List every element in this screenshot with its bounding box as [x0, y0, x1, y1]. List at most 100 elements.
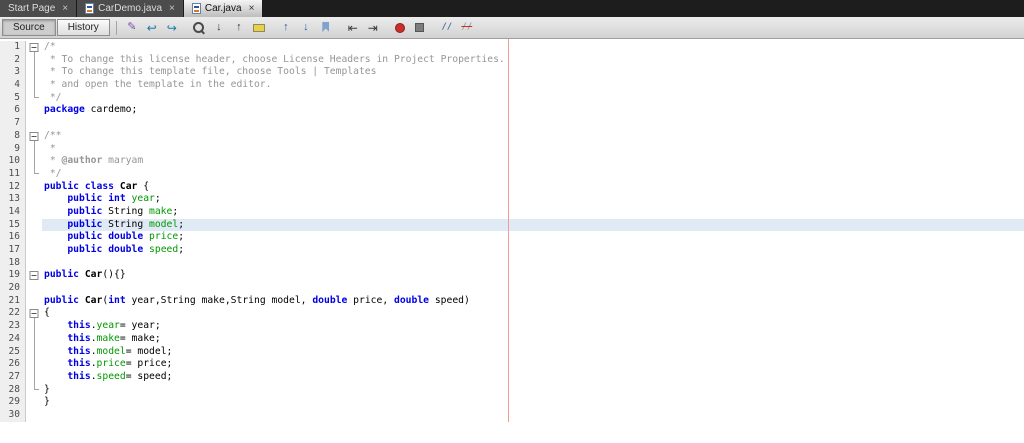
line-number[interactable]: 30 [0, 408, 26, 422]
code-editor[interactable]: 1/* 2 * To change this license header, ch… [0, 39, 1024, 443]
line-number[interactable]: 2 [0, 53, 26, 67]
comment-button[interactable] [437, 19, 457, 36]
line-number[interactable]: 22 [0, 307, 26, 321]
line-number[interactable]: 7 [0, 117, 26, 130]
line-number[interactable]: 10 [0, 155, 26, 168]
code-line[interactable]: 17 public double speed; [0, 244, 1024, 257]
find-next-button[interactable] [209, 19, 229, 36]
fold-margin[interactable] [26, 91, 42, 105]
line-number[interactable]: 23 [0, 320, 26, 333]
fold-margin[interactable] [26, 79, 42, 92]
line-number[interactable]: 1 [0, 41, 26, 54]
close-icon[interactable]: × [62, 3, 68, 14]
fold-margin[interactable] [26, 269, 42, 283]
code-line[interactable]: 10 * @author maryam [0, 155, 1024, 168]
line-number[interactable]: 17 [0, 244, 26, 257]
code-line[interactable]: 3 * To change this template file, choose… [0, 66, 1024, 80]
code-line[interactable]: 29} [0, 396, 1024, 409]
next-bookmark-button[interactable] [296, 19, 316, 36]
fold-margin[interactable] [26, 167, 42, 181]
fold-collapse-icon[interactable] [29, 309, 39, 319]
code-line[interactable]: 19 public Car(){} [0, 269, 1024, 283]
close-icon[interactable]: × [249, 3, 255, 14]
fold-margin[interactable] [26, 66, 42, 80]
code-line[interactable]: 14 public String make; [0, 205, 1024, 219]
fold-margin[interactable] [26, 320, 42, 333]
code-line[interactable]: 7 [0, 117, 1024, 130]
code-line[interactable]: 12 public class Car { [0, 180, 1024, 194]
find-selection-button[interactable] [189, 19, 209, 36]
code-line[interactable]: 8 /** [0, 129, 1024, 143]
line-number[interactable]: 14 [0, 205, 26, 219]
code-line[interactable]: 6 package cardemo; [0, 104, 1024, 118]
code-line[interactable]: 28} [0, 383, 1024, 397]
line-number[interactable]: 3 [0, 66, 26, 80]
line-number[interactable]: 27 [0, 370, 26, 384]
fold-margin[interactable] [26, 129, 42, 143]
line-number[interactable]: 26 [0, 358, 26, 371]
fold-collapse-icon[interactable] [29, 131, 39, 141]
line-number[interactable]: 12 [0, 180, 26, 194]
line-number[interactable]: 18 [0, 256, 26, 270]
fold-margin[interactable] [26, 307, 42, 321]
line-number[interactable]: 28 [0, 383, 26, 397]
code-line[interactable]: 11 */ [0, 167, 1024, 181]
last-edit-button[interactable] [122, 19, 142, 36]
line-number[interactable]: 15 [0, 218, 26, 232]
code-line[interactable]: 2 * To change this license header, choos… [0, 53, 1024, 67]
fold-collapse-icon[interactable] [29, 271, 39, 281]
code-line[interactable]: 18 [0, 256, 1024, 270]
shift-right-button[interactable] [363, 19, 383, 36]
code-line[interactable]: 13 public int year; [0, 193, 1024, 206]
code-line[interactable]: 23 this.year= year; [0, 320, 1024, 333]
line-number[interactable]: 4 [0, 79, 26, 92]
code-line[interactable]: 27 this.speed= speed; [0, 370, 1024, 384]
fold-margin[interactable] [26, 370, 42, 384]
previous-bookmark-button[interactable] [276, 19, 296, 36]
line-number[interactable]: 8 [0, 129, 26, 143]
line-number[interactable]: 5 [0, 91, 26, 105]
line-number[interactable]: 25 [0, 345, 26, 359]
fold-margin[interactable] [26, 41, 42, 54]
code-line[interactable]: 24 this.make= make; [0, 332, 1024, 346]
fold-margin[interactable] [26, 155, 42, 168]
fold-collapse-icon[interactable] [29, 43, 39, 52]
close-icon[interactable]: × [169, 3, 175, 14]
code-line[interactable]: 21 public Car(int year,String make,String… [0, 294, 1024, 308]
history-view-button[interactable]: History [56, 19, 110, 36]
line-number[interactable]: 13 [0, 193, 26, 206]
line-number[interactable]: 20 [0, 282, 26, 295]
stop-macro-button[interactable] [410, 19, 430, 36]
fold-margin[interactable] [26, 332, 42, 346]
find-previous-button[interactable] [229, 19, 249, 36]
code-line[interactable]: 26 this.price= price; [0, 358, 1024, 371]
line-number[interactable]: 19 [0, 269, 26, 283]
tab-car-java[interactable]: Car.java × [183, 0, 264, 17]
toggle-bookmark-button[interactable] [316, 19, 336, 36]
fold-margin[interactable] [26, 53, 42, 67]
code-line[interactable]: 16 public double price; [0, 231, 1024, 244]
code-line[interactable]: 9 * [0, 142, 1024, 156]
line-number[interactable]: 6 [0, 104, 26, 118]
fold-margin[interactable] [26, 142, 42, 156]
tab-start-page[interactable]: Start Page × [0, 0, 78, 17]
code-line[interactable]: 1 /* [0, 41, 1024, 54]
line-number[interactable]: 29 [0, 396, 26, 409]
code-line[interactable]: 25 this.model= model; [0, 345, 1024, 359]
fold-margin[interactable] [26, 358, 42, 371]
code-line[interactable]: 4 * and open the template in the editor. [0, 79, 1024, 92]
forward-button[interactable] [162, 19, 182, 36]
line-number[interactable]: 24 [0, 332, 26, 346]
code-line[interactable]: 5 */ [0, 91, 1024, 105]
code-line[interactable]: 15 public String model; [0, 218, 1024, 232]
line-number[interactable]: 16 [0, 231, 26, 244]
fold-margin[interactable] [26, 345, 42, 359]
uncomment-button[interactable] [457, 19, 477, 36]
code-line[interactable]: 22 { [0, 307, 1024, 321]
shift-left-button[interactable] [343, 19, 363, 36]
back-button[interactable] [142, 19, 162, 36]
line-number[interactable]: 9 [0, 142, 26, 156]
source-view-button[interactable]: Source [2, 19, 56, 36]
line-number[interactable]: 21 [0, 294, 26, 308]
tab-cardemo-java[interactable]: CarDemo.java × [77, 0, 184, 17]
